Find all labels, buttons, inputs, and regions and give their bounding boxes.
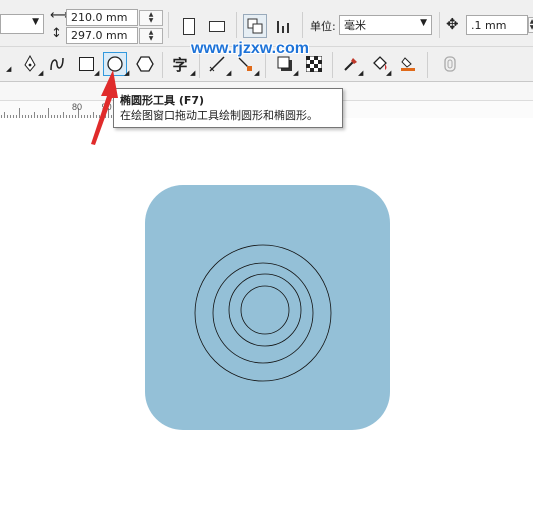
units-label: 单位:: [310, 20, 336, 33]
polygon-icon: [136, 56, 154, 72]
current-page-button[interactable]: [272, 14, 296, 38]
tooltip-description: 在绘图窗口拖动工具绘制圆形和椭圆形。: [120, 109, 318, 122]
separator: [168, 12, 169, 38]
page-height-field[interactable]: 297.0 mm: [66, 27, 138, 44]
separator: [427, 52, 428, 78]
units-select[interactable]: 毫米 ▼: [339, 15, 432, 35]
checkerboard-icon: [306, 56, 322, 72]
portrait-button[interactable]: [177, 14, 201, 38]
bars-icon: [277, 21, 289, 33]
page-height-spinner[interactable]: ▲ ▼: [139, 28, 163, 44]
units-value: 毫米: [344, 19, 366, 32]
landscape-button[interactable]: [205, 14, 229, 38]
page-width-value: 210.0 mm: [71, 11, 128, 24]
concentric-circles[interactable]: [185, 237, 345, 397]
page-width-spinner[interactable]: ▲ ▼: [139, 10, 163, 26]
polygon-tool-button[interactable]: [133, 52, 157, 76]
landscape-icon: [209, 20, 225, 32]
tool-tooltip: 椭圆形工具 (F7) 在绘图窗口拖动工具绘制圆形和椭圆形。: [113, 88, 343, 128]
bezier-icon: [50, 57, 64, 71]
portrait-icon: [183, 17, 195, 35]
collapsed-arrow-icon: ◢: [358, 69, 364, 77]
second-circle[interactable]: [212, 262, 314, 364]
separator: [439, 12, 440, 38]
lock-icon: [444, 56, 456, 72]
collapsed-arrow-icon: ◢: [293, 69, 299, 77]
pages-icon: [247, 18, 263, 34]
tooltip-title: 椭圆形工具 (F7): [120, 94, 205, 107]
ruler-tick: [48, 108, 50, 118]
height-icon: ↕: [51, 26, 62, 41]
watermark-text: www.rjzxw.com: [191, 40, 309, 57]
collapsed-arrow-icon: ◢: [386, 69, 392, 77]
nudge-field[interactable]: .1 mm: [466, 15, 528, 35]
separator: [332, 52, 333, 78]
collapsed-arrow-icon: ◢: [254, 69, 260, 77]
smart-fill-tool-button[interactable]: [396, 52, 420, 76]
chevron-down-icon: ▼: [420, 18, 427, 28]
bezier-tool-button[interactable]: [45, 52, 69, 76]
separator: [162, 52, 163, 78]
collapsed-arrow-icon: ◢: [190, 69, 196, 77]
separator: [302, 12, 303, 38]
text-tool-icon: 字: [172, 55, 188, 74]
outer-circle[interactable]: [194, 244, 332, 382]
collapsed-arrow-icon: ◢: [38, 69, 44, 77]
ruler-label: 80: [72, 102, 83, 112]
page-size-combo[interactable]: ▼: [0, 14, 44, 34]
third-circle[interactable]: [228, 273, 302, 347]
nudge-spinner[interactable]: ▲ ▼: [528, 17, 533, 33]
page-height-value: 297.0 mm: [71, 29, 128, 42]
nudge-icon: ✥: [446, 15, 459, 33]
inner-circle[interactable]: [240, 285, 290, 335]
text-tool-button[interactable]: 字: [168, 52, 192, 76]
page-width-field[interactable]: 210.0 mm: [66, 9, 138, 26]
chevron-down-icon: ▼: [32, 17, 39, 27]
nudge-value: .1 mm: [471, 18, 507, 32]
ruler-tick: [18, 108, 20, 118]
all-pages-button[interactable]: [243, 14, 267, 38]
red-arrow-annotation: [91, 70, 118, 145]
smart-fill-icon: [401, 57, 415, 71]
collapsed-arrow-icon: ◢: [6, 65, 12, 73]
collapsed-arrow-icon: ◢: [226, 69, 232, 77]
separator: [236, 12, 237, 38]
pen-icon: [24, 55, 36, 72]
lock-tool-button[interactable]: [438, 52, 462, 76]
